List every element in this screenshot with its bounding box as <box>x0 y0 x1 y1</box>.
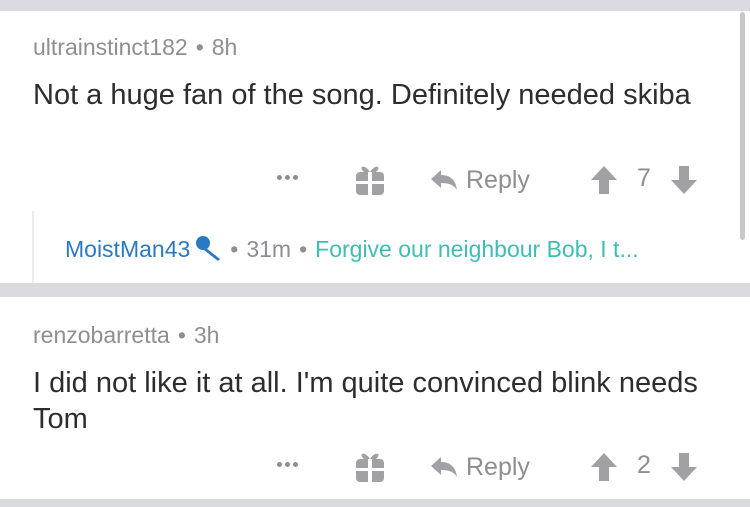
gift-icon[interactable] <box>354 163 386 197</box>
comment-body: I did not like it at all. I'm quite conv… <box>33 367 698 435</box>
child-comment-author[interactable]: MoistMan43 <box>65 236 190 262</box>
vote-score: 2 <box>637 451 651 479</box>
comment-body: Not a huge fan of the song. Definitely n… <box>33 79 691 111</box>
comment-author[interactable]: renzobarretta <box>33 322 170 348</box>
downvote-arrow-icon[interactable] <box>671 453 697 481</box>
scrollbar[interactable] <box>740 12 745 240</box>
comment-time: 3h <box>193 322 220 348</box>
child-comment-preview[interactable]: Forgive our neighbour Bob, I t... <box>315 236 638 262</box>
reply-label: Reply <box>466 452 530 481</box>
child-comment-meta: MoistMan43 • 31m • Forgive our neighbour Bo… <box>65 235 639 263</box>
more-dots-icon[interactable] <box>277 462 303 470</box>
child-comment[interactable]: MoistMan43 • 31m • Forgive our neighbour Bo… <box>32 211 750 283</box>
upvote-arrow-icon[interactable] <box>591 166 617 194</box>
meta-separator: • <box>299 236 308 262</box>
reply-label: Reply <box>466 165 530 194</box>
more-dots-icon[interactable] <box>277 175 303 183</box>
reply-arrow-icon <box>431 170 457 190</box>
reply-arrow-icon <box>431 457 457 477</box>
meta-separator: • <box>230 236 239 262</box>
upvote-arrow-icon[interactable] <box>591 453 617 481</box>
comment-card: renzobarretta • 3h I did not like it at al… <box>0 297 750 499</box>
comment-time: 8h <box>211 34 238 60</box>
gift-icon[interactable] <box>354 450 386 484</box>
meta-separator: • <box>195 34 204 60</box>
meta-separator: • <box>177 322 186 348</box>
downvote-arrow-icon[interactable] <box>671 166 697 194</box>
comment-actions: Reply 2 <box>0 448 750 488</box>
comment-meta: renzobarretta • 3h <box>33 322 219 349</box>
comment-actions: Reply 7 <box>0 161 750 201</box>
reply-button[interactable]: Reply <box>430 164 530 196</box>
microphone-icon <box>196 236 221 261</box>
reply-button[interactable]: Reply <box>430 451 530 483</box>
vote-score: 7 <box>637 164 651 192</box>
child-comment-time: 31m <box>246 236 292 262</box>
comment-card: ultrainstinct182 • 8h Not a huge fan of th… <box>0 11 750 283</box>
comment-author[interactable]: ultrainstinct182 <box>33 34 188 60</box>
comment-meta: ultrainstinct182 • 8h <box>33 34 237 61</box>
